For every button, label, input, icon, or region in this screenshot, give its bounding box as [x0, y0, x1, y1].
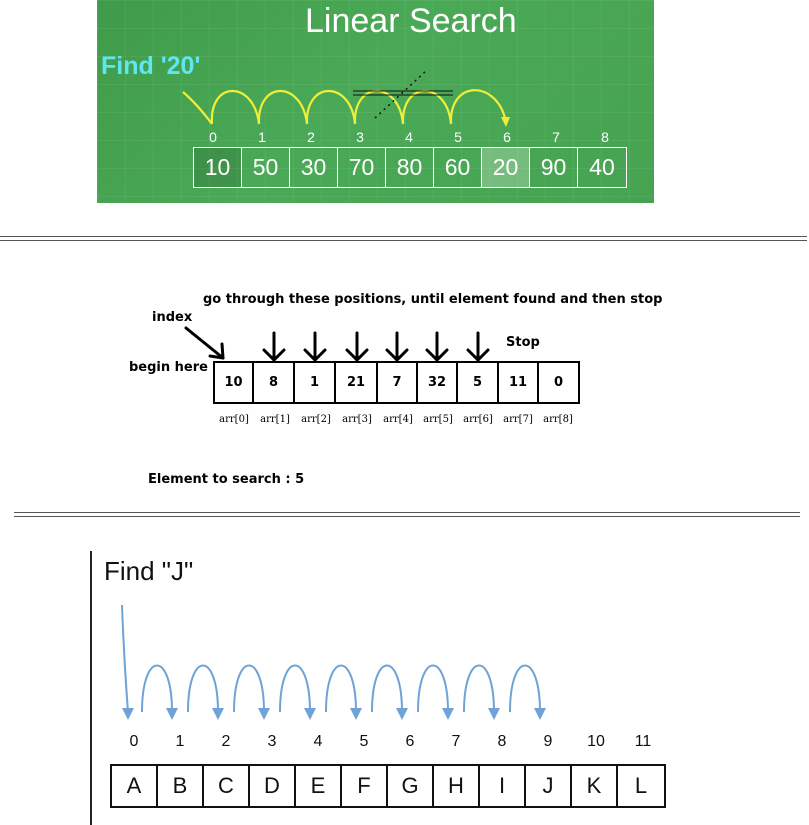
p3-index: 5 [359, 733, 369, 750]
p3-arc [463, 664, 495, 713]
p3-index: 3 [267, 733, 277, 750]
p3-cell: B [158, 766, 204, 806]
p3-cell: C [204, 766, 250, 806]
p3-arc [141, 664, 173, 713]
p3-index: 4 [313, 733, 323, 750]
p3-arc [187, 664, 219, 713]
p3-index: 9 [543, 733, 553, 750]
p3-cell: F [342, 766, 388, 806]
p3-array: A B C D E F G H I J K L [110, 764, 666, 808]
p3-index: 0 [129, 733, 139, 750]
p3-cell: E [296, 766, 342, 806]
p3-arc [325, 664, 357, 713]
p3-cell: I [480, 766, 526, 806]
p3-index: 1 [175, 733, 185, 750]
p3-arcs [121, 604, 546, 720]
p3-index: 10 [587, 733, 605, 750]
p3-index: 11 [634, 733, 652, 750]
p3-start-arrow [121, 604, 129, 713]
p3-arc [417, 664, 449, 713]
p3-cell: J [526, 766, 572, 806]
p3-arc [233, 664, 265, 713]
p3-cell: K [572, 766, 618, 806]
p3-index: 2 [221, 733, 231, 750]
p3-arc [279, 664, 311, 713]
p3-cell: A [112, 766, 158, 806]
p3-cell: H [434, 766, 480, 806]
p3-index: 8 [497, 733, 507, 750]
p3-arc [371, 664, 403, 713]
p3-index: 7 [451, 733, 461, 750]
p3-cell: D [250, 766, 296, 806]
p3-arc [509, 664, 541, 713]
p3-cell: L [634, 773, 648, 798]
p3-cell: G [388, 766, 434, 806]
p3-index: 6 [405, 733, 415, 750]
